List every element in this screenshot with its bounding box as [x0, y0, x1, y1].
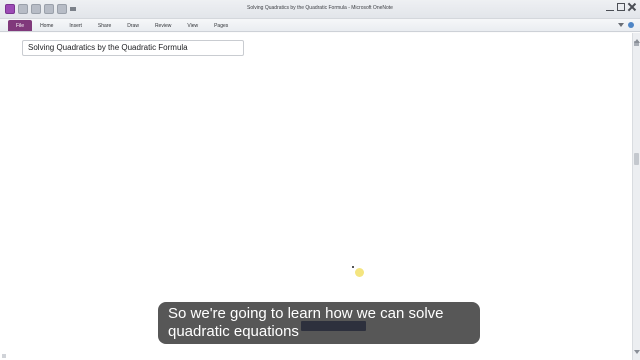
caption-line-1: So we're going to learn how we can solve: [168, 305, 444, 322]
vertical-scrollbar[interactable]: [632, 33, 640, 360]
help-icon[interactable]: [628, 22, 634, 28]
page-title: Solving Quadratics by the Quadratic Form…: [28, 43, 188, 52]
corner-grip-icon: [2, 354, 6, 358]
tab-draw[interactable]: Draw: [119, 20, 147, 31]
tab-share[interactable]: Share: [90, 20, 119, 31]
ribbon: File Home Insert Share Draw Review View …: [0, 19, 640, 32]
tab-review[interactable]: Review: [147, 20, 179, 31]
video-caption: So we're going to learn how we can solve…: [158, 302, 480, 344]
scroll-up-icon[interactable]: [634, 39, 640, 43]
mouse-pointer-icon: [352, 266, 354, 268]
page-title-box[interactable]: Solving Quadratics by the Quadratic Form…: [22, 40, 244, 56]
scroll-down-icon[interactable]: [634, 350, 640, 354]
scroll-thumb[interactable]: [634, 153, 639, 165]
ribbon-tabs: File Home Insert Share Draw Review View …: [8, 20, 236, 31]
tab-insert[interactable]: Insert: [61, 20, 90, 31]
minimize-icon[interactable]: [606, 3, 614, 11]
close-icon[interactable]: [628, 3, 636, 11]
ribbon-right-controls: [618, 22, 634, 29]
window-title: Solving Quadratics by the Quadratic Form…: [247, 5, 393, 11]
tab-view[interactable]: View: [179, 20, 206, 31]
tab-home[interactable]: Home: [32, 20, 61, 31]
tab-file[interactable]: File: [8, 20, 33, 31]
window-controls: [606, 3, 636, 11]
maximize-icon[interactable]: [617, 3, 625, 11]
caption-line-2: quadratic equations: [168, 323, 299, 340]
expand-ribbon-icon[interactable]: [618, 23, 624, 29]
tab-pages[interactable]: Pages: [206, 20, 236, 31]
cursor-highlight: [355, 268, 364, 277]
title-bar: Solving Quadratics by the Quadratic Form…: [0, 0, 640, 19]
